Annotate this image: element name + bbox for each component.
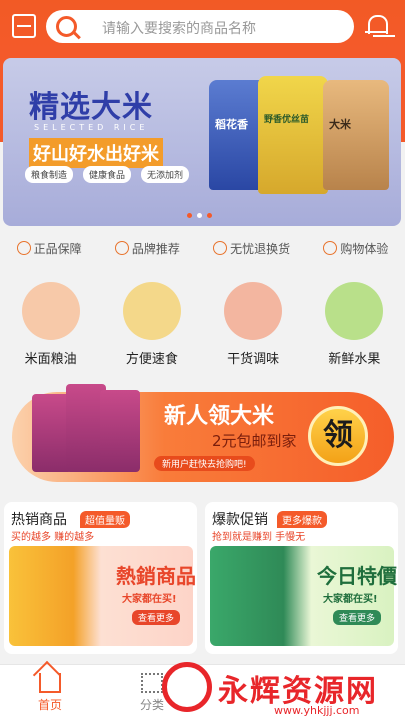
category-image [21, 282, 80, 340]
category-image [224, 282, 283, 340]
banner-subtitle: SELECTED RICE [34, 123, 149, 132]
category-label: 米面粮油 [24, 352, 77, 367]
card-image-subtitle: 大家都在买! [122, 594, 177, 605]
banner-title: 精选大米 [29, 90, 153, 125]
view-more-button[interactable]: 查看更多 [333, 610, 382, 625]
card-image-subtitle: 大家都在买! [323, 594, 378, 605]
guarantee-label: 购物体验 [340, 241, 389, 256]
view-more-button[interactable]: 查看更多 [132, 610, 181, 625]
category-image [325, 282, 384, 340]
promo-subtitle: 2元包邮到家 [212, 432, 297, 450]
rice-bag-image: 大米 [323, 80, 389, 190]
carousel-dots[interactable] [187, 213, 212, 218]
guarantee-label: 品牌推荐 [131, 241, 180, 256]
watermark-url: www.yhkjjj.com [274, 704, 360, 717]
category-item-instant-food[interactable]: 方便速食 [112, 282, 192, 372]
promo-title: 新人领大米 [164, 404, 275, 429]
rice-bag-label: 稻花香 [215, 118, 248, 131]
watermark-logo-icon [162, 662, 212, 712]
new-user-promo[interactable]: 新人领大米 2元包邮到家 新用户赶快去抢购吧! 领 [12, 384, 394, 482]
carousel-dot[interactable] [207, 213, 212, 218]
tab-home-label: 首页 [37, 698, 62, 712]
category-label: 干货调味 [227, 352, 280, 367]
hot-promo-card[interactable]: 爆款促销 更多爆款 抢到就是赚到 手慢无 今日特價 大家都在买! 查看更多 [205, 502, 398, 654]
category-grid: 米面粮油 方便速食 干货调味 新鲜水果 [0, 282, 405, 372]
carousel-dot[interactable] [187, 213, 192, 218]
rice-bag-label: 大米 [329, 118, 351, 131]
card-title: 热销商品 [11, 512, 67, 528]
category-label: 方便速食 [125, 352, 178, 367]
banner-tags: 粮食制造 健康食品 无添加剂 [25, 166, 190, 183]
return-icon [213, 241, 228, 255]
category-label: 新鲜水果 [328, 352, 381, 367]
card-badge: 更多爆款 [277, 511, 327, 528]
rice-bag-image [100, 390, 140, 472]
card-subtitle: 抢到就是赚到 手慢无 [212, 532, 306, 543]
rice-bag-label: 野香优丝苗 [264, 115, 310, 125]
top-bar: 请输入要搜索的商品名称 [0, 0, 405, 52]
promo-banner[interactable]: 精选大米 SELECTED RICE 好山好水出好米 粮食制造 健康食品 无添加… [3, 58, 401, 226]
banner-tag: 无添加剂 [141, 166, 190, 183]
card-image-title: 熱銷商品 [116, 564, 196, 588]
search-icon [56, 16, 77, 37]
promo-note: 新用户赶快去抢购吧! [154, 456, 255, 471]
category-image [122, 282, 181, 340]
card-image-title: 今日特價 [317, 564, 397, 588]
card-title: 爆款促销 [212, 512, 268, 528]
search-placeholder: 请输入要搜索的商品名称 [102, 21, 256, 37]
guarantee-label: 正品保障 [33, 241, 82, 256]
card-subtitle: 买的越多 赚的越多 [11, 532, 95, 543]
category-item-fresh-fruit[interactable]: 新鲜水果 [314, 282, 394, 372]
guarantee-item: 品牌推荐 [114, 240, 180, 257]
shield-icon [16, 241, 31, 255]
guarantee-label: 无忧退换货 [230, 241, 291, 256]
watermark: 永辉资源网 www.yhkjjj.com [162, 660, 402, 720]
search-input[interactable]: 请输入要搜索的商品名称 [46, 10, 354, 43]
banner-tag: 粮食制造 [25, 166, 74, 183]
experience-icon [323, 241, 338, 255]
banner-tag: 健康食品 [83, 166, 132, 183]
bell-icon[interactable] [364, 12, 390, 40]
grid-icon [141, 673, 163, 693]
carousel-dot[interactable] [197, 213, 202, 218]
brand-icon [114, 241, 129, 255]
claim-button[interactable]: 领 [308, 406, 368, 466]
guarantee-item: 无忧退换货 [213, 240, 290, 257]
guarantee-bar: 正品保障 品牌推荐 无忧退换货 购物体验 [0, 236, 405, 260]
guarantee-item: 购物体验 [323, 240, 388, 257]
category-item-grain-oil[interactable]: 米面粮油 [11, 282, 91, 372]
category-item-dry-goods[interactable]: 干货调味 [213, 282, 293, 372]
rice-bags-image [32, 384, 140, 472]
rice-bag-image: 野香优丝苗 [258, 76, 328, 194]
tab-home[interactable]: 首页 [20, 673, 80, 713]
scan-icon[interactable] [12, 14, 36, 38]
hot-sale-card[interactable]: 热销商品 超值量贩 买的越多 赚的越多 熱銷商品 大家都在买! 查看更多 [4, 502, 197, 654]
tab-category-label: 分类 [139, 698, 164, 712]
guarantee-item: 正品保障 [16, 240, 82, 257]
banner-slogan: 好山好水出好米 [29, 138, 163, 168]
home-icon [39, 673, 61, 693]
card-badge: 超值量贩 [80, 511, 130, 528]
